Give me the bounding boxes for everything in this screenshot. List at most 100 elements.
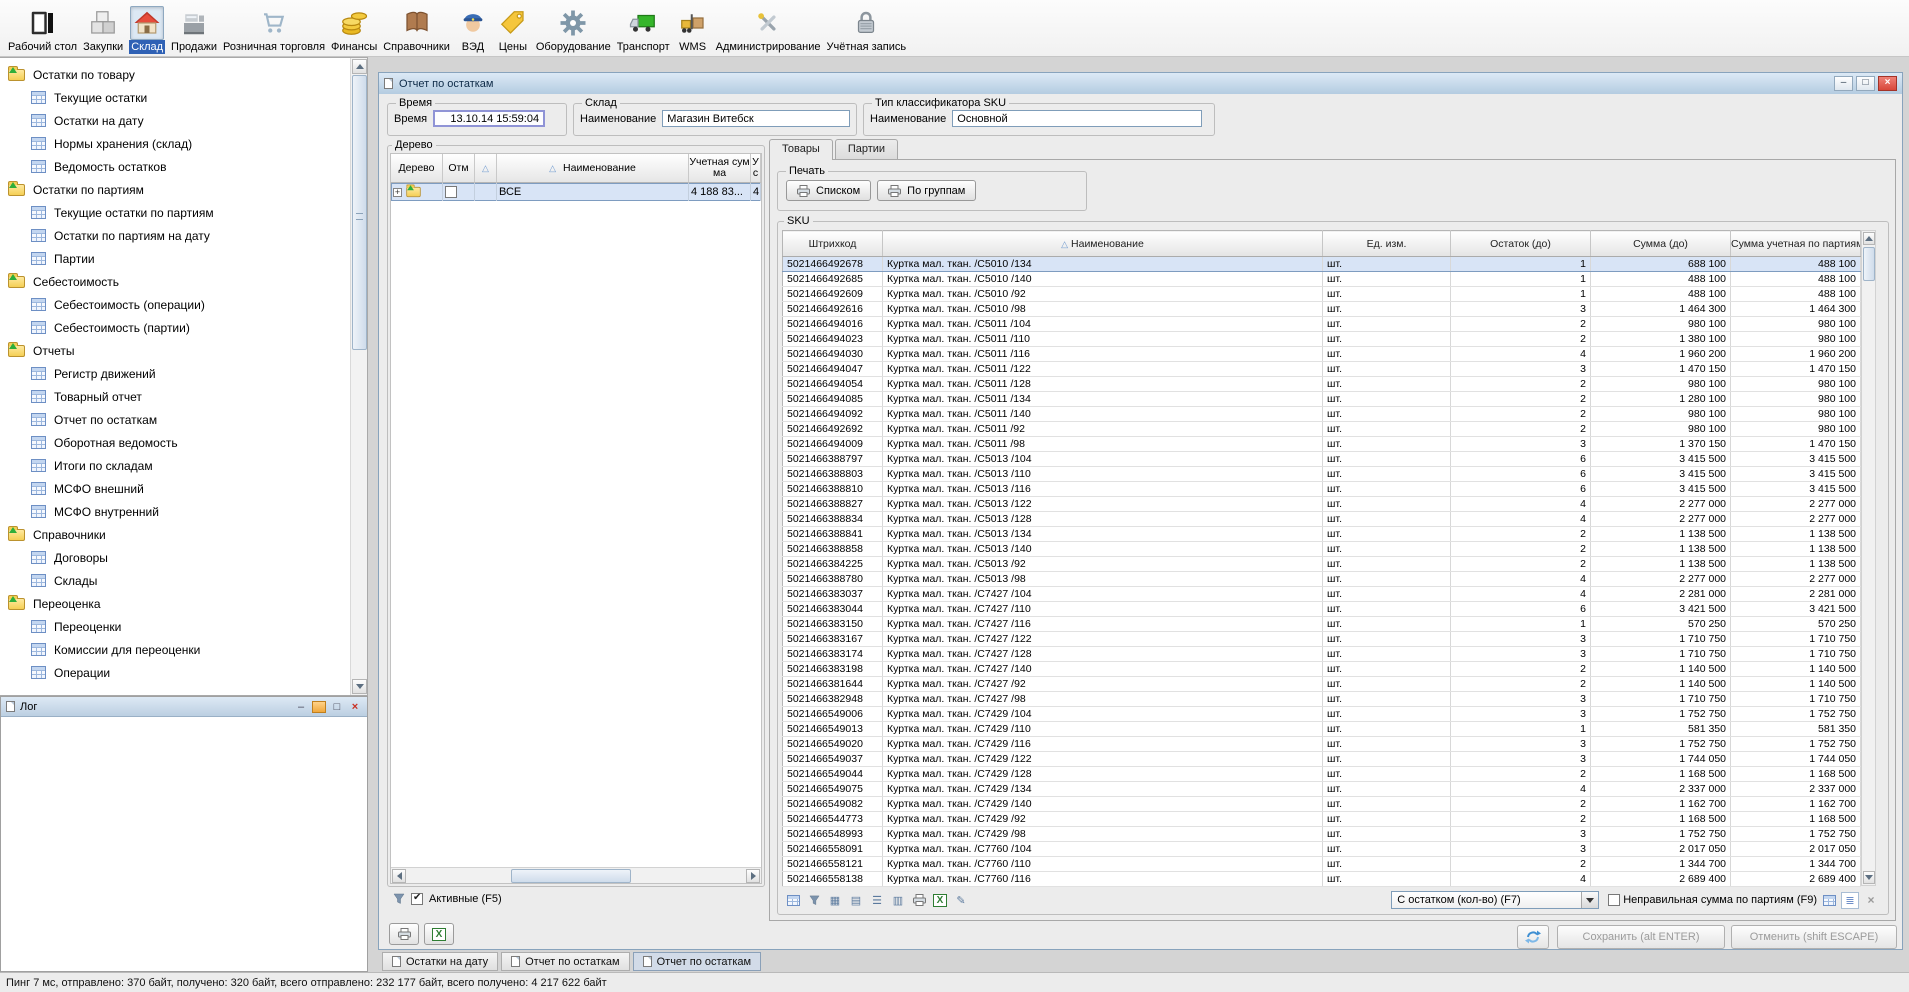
save-button[interactable]: Сохранить (alt ENTER) [1557, 925, 1725, 949]
cell-sum[interactable]: 1 138 500 [1591, 557, 1731, 572]
column-name[interactable]: △ Наименование [883, 231, 1323, 257]
grid-icon[interactable]: ▦ [826, 892, 844, 909]
table-row[interactable]: 5021466383174 Куртка мал. ткан. /C7427 /… [783, 647, 1861, 662]
table-row[interactable]: 5021466549013 Куртка мал. ткан. /C7429 /… [783, 722, 1861, 737]
cell-name[interactable]: Куртка мал. ткан. /C7427 /128 [883, 647, 1323, 662]
cell-unit[interactable]: шт. [1323, 467, 1451, 482]
cell-unit[interactable]: шт. [1323, 437, 1451, 452]
cell-name[interactable]: Куртка мал. ткан. /C5011 /134 [883, 392, 1323, 407]
cell-qty[interactable]: 3 [1451, 707, 1591, 722]
cell-unit[interactable]: шт. [1323, 452, 1451, 467]
cell-name[interactable]: Куртка мал. ткан. /C5013 /110 [883, 467, 1323, 482]
cell-name[interactable]: Куртка мал. ткан. /C7427 /104 [883, 587, 1323, 602]
window-tab-stock-report-2[interactable]: Отчет по остаткам [633, 952, 761, 971]
cell-sum[interactable]: 1 464 300 [1591, 302, 1731, 317]
sidebar-item-current-batch-stock[interactable]: Текущие остатки по партиям [0, 201, 348, 224]
sidebar-item-stock-on-date[interactable]: Остатки на дату [0, 109, 348, 132]
cell-sum[interactable]: 2 281 000 [1591, 587, 1731, 602]
sku-type-input[interactable]: Основной [952, 110, 1202, 127]
cell-name[interactable]: Куртка мал. ткан. /C5013 /128 [883, 512, 1323, 527]
cell-sum[interactable]: 980 100 [1591, 377, 1731, 392]
cell-psum[interactable]: 1 138 500 [1731, 557, 1861, 572]
cell-psum[interactable]: 2 689 400 [1731, 872, 1861, 887]
cell-barcode[interactable]: 5021466384225 [783, 557, 883, 572]
cell-psum[interactable]: 488 100 [1731, 272, 1861, 287]
cell-unit[interactable]: шт. [1323, 482, 1451, 497]
cell-name[interactable]: Куртка мал. ткан. /C5010 /92 [883, 287, 1323, 302]
cell-qty[interactable]: 4 [1451, 572, 1591, 587]
cell-name[interactable]: Куртка мал. ткан. /C5011 /110 [883, 332, 1323, 347]
cell-sum[interactable]: 980 100 [1591, 407, 1731, 422]
cell-psum[interactable]: 1 168 500 [1731, 767, 1861, 782]
table-row[interactable]: 5021466388827 Куртка мал. ткан. /C5013 /… [783, 497, 1861, 512]
scroll-down-icon[interactable] [1863, 871, 1875, 884]
scroll-up-icon[interactable] [1863, 232, 1875, 245]
chevron-down-icon[interactable] [1581, 892, 1598, 908]
sidebar-item-contracts[interactable]: Договоры [0, 546, 348, 569]
cell-qty[interactable]: 4 [1451, 587, 1591, 602]
list-icon[interactable]: ☰ [868, 892, 886, 909]
table-row[interactable]: 5021466383044 Куртка мал. ткан. /C7427 /… [783, 602, 1861, 617]
refresh-button[interactable] [1517, 925, 1549, 949]
table-row[interactable]: 5021466492692 Куртка мал. ткан. /C5011 /… [783, 422, 1861, 437]
cell-unit[interactable]: шт. [1323, 752, 1451, 767]
cell-sum[interactable]: 1 138 500 [1591, 527, 1731, 542]
cell-psum[interactable]: 1 744 050 [1731, 752, 1861, 767]
cell-unit[interactable]: шт. [1323, 347, 1451, 362]
cell-unit[interactable]: шт. [1323, 572, 1451, 587]
cancel-button[interactable]: Отменить (shift ESCAPE) [1731, 925, 1897, 949]
table-row[interactable]: 5021466494085 Куртка мал. ткан. /C5011 /… [783, 392, 1861, 407]
cell-qty[interactable]: 4 [1451, 497, 1591, 512]
cell-psum[interactable]: 1 140 500 [1731, 662, 1861, 677]
scrollbar-thumb[interactable] [1863, 247, 1875, 281]
cell-name[interactable]: Куртка мал. ткан. /C5010 /140 [883, 272, 1323, 287]
excel-export-button[interactable]: X [424, 923, 454, 945]
cell-unit[interactable]: шт. [1323, 647, 1451, 662]
table-row[interactable]: 5021466549037 Куртка мал. ткан. /C7429 /… [783, 752, 1861, 767]
sidebar-item-batch-stock-on-date[interactable]: Остатки по партиям на дату [0, 224, 348, 247]
cell-sum[interactable]: 1 344 700 [1591, 857, 1731, 872]
cell-unit[interactable]: шт. [1323, 827, 1451, 842]
cell-unit[interactable]: шт. [1323, 872, 1451, 887]
layout-icon[interactable]: ≣ [1841, 892, 1859, 909]
excel-icon[interactable]: X [931, 892, 949, 909]
row-checkbox[interactable] [445, 186, 457, 198]
cell-name[interactable]: Куртка мал. ткан. /C7429 /134 [883, 782, 1323, 797]
cell-psum[interactable]: 1 710 750 [1731, 692, 1861, 707]
table-row[interactable]: 5021466494023 Куртка мал. ткан. /C5011 /… [783, 332, 1861, 347]
cell-name[interactable]: Куртка мал. ткан. /C5011 /116 [883, 347, 1323, 362]
table-row[interactable]: 5021466549006 Куртка мал. ткан. /C7429 /… [783, 707, 1861, 722]
table-row[interactable]: 5021466544773 Куртка мал. ткан. /C7429 /… [783, 812, 1861, 827]
cell-barcode[interactable]: 5021466388834 [783, 512, 883, 527]
cell-sum[interactable]: 1 168 500 [1591, 812, 1731, 827]
sidebar-item-msfo-external[interactable]: МСФО внешний [0, 477, 348, 500]
grid-icon[interactable] [1820, 892, 1838, 909]
sidebar-scrollbar[interactable] [350, 58, 367, 695]
cell-qty[interactable]: 3 [1451, 647, 1591, 662]
cell-barcode[interactable]: 5021466383037 [783, 587, 883, 602]
table-row[interactable]: 5021466494009 Куртка мал. ткан. /C5011 /… [783, 437, 1861, 452]
cell-unit[interactable]: шт. [1323, 497, 1451, 512]
cell-name[interactable]: Куртка мал. ткан. /C5013 /134 [883, 527, 1323, 542]
cell-barcode[interactable]: 5021466494023 [783, 332, 883, 347]
cell-barcode[interactable]: 5021466494047 [783, 362, 883, 377]
cell-qty[interactable]: 2 [1451, 392, 1591, 407]
cell-psum[interactable]: 1 344 700 [1731, 857, 1861, 872]
cell-name[interactable]: Куртка мал. ткан. /C5010 /98 [883, 302, 1323, 317]
cell-qty[interactable]: 2 [1451, 377, 1591, 392]
cell-psum[interactable]: 980 100 [1731, 317, 1861, 332]
cell-barcode[interactable]: 5021466558138 [783, 872, 883, 887]
cell-qty[interactable]: 6 [1451, 467, 1591, 482]
cell-psum[interactable]: 2 277 000 [1731, 497, 1861, 512]
tab-products[interactable]: Товары [769, 139, 833, 160]
cell-psum[interactable]: 980 100 [1731, 407, 1861, 422]
expand-icon[interactable]: + [393, 188, 402, 197]
cell-unit[interactable]: шт. [1323, 362, 1451, 377]
toolbar-item-transport[interactable]: Транспорт [614, 6, 673, 54]
scroll-up-icon[interactable] [352, 59, 367, 74]
sku-vertical-scrollbar[interactable] [1861, 230, 1876, 886]
cell-qty[interactable]: 2 [1451, 542, 1591, 557]
window-title-bar[interactable]: Отчет по остаткам – □ × [379, 73, 1902, 94]
cell-barcode[interactable]: 5021466549082 [783, 797, 883, 812]
column-barcode[interactable]: Штрихкод [783, 231, 883, 257]
